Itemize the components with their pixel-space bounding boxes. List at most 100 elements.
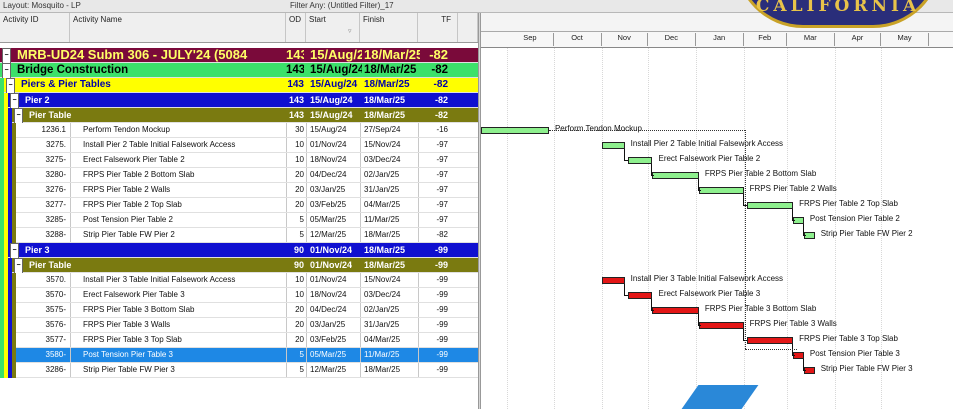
- wbs-band-row[interactable]: − Pier 3 90 01/Nov/24 18/Mar/25 -99: [0, 243, 478, 259]
- cell-finish[interactable]: 02/Jan/25: [361, 168, 420, 182]
- cell-od[interactable]: 5: [286, 348, 304, 362]
- cell-start[interactable]: 18/Nov/24: [307, 288, 362, 302]
- cell-tf[interactable]: -99: [420, 363, 456, 377]
- gantt-bar[interactable]: [601, 277, 625, 284]
- cell-name[interactable]: Bridge Construction: [14, 63, 286, 77]
- cell-id[interactable]: 3276-: [22, 183, 69, 197]
- cell-od[interactable]: 143: [286, 78, 304, 92]
- cell-od[interactable]: 90: [286, 243, 304, 257]
- cell-name[interactable]: Strip Pier Table FW Pier 3: [71, 363, 286, 377]
- cell-od[interactable]: 143: [286, 48, 304, 62]
- activity-row[interactable]: 3580- Post Tension Pier Table 3 5 05/Mar/25…: [0, 348, 478, 363]
- cell-name[interactable]: FRPS Pier Table 3 Walls: [71, 318, 286, 332]
- cell-finish[interactable]: 03/Dec/24: [361, 153, 420, 167]
- cell-tf[interactable]: -97: [420, 213, 456, 227]
- collapse-toggle-icon[interactable]: −: [6, 78, 15, 94]
- wbs-band-row[interactable]: − Bridge Construction 143 15/Aug/24 18/Mar/2…: [0, 63, 478, 79]
- cell-start[interactable]: 15/Aug/24: [307, 48, 362, 62]
- gantt-bar[interactable]: [698, 187, 744, 194]
- col-header-extra[interactable]: [458, 13, 478, 42]
- cell-start[interactable]: 01/Nov/24: [307, 243, 362, 257]
- cell-id[interactable]: 3275.: [22, 138, 69, 152]
- cell-start[interactable]: 12/Mar/25: [307, 228, 362, 242]
- cell-name[interactable]: Pier 3: [22, 243, 286, 257]
- cell-name[interactable]: Pier Table: [26, 258, 286, 272]
- cell-tf[interactable]: -97: [420, 168, 456, 182]
- cell-start[interactable]: 18/Nov/24: [307, 153, 362, 167]
- cell-od[interactable]: 10: [286, 273, 304, 287]
- cell-finish[interactable]: 31/Jan/25: [361, 183, 420, 197]
- cell-start[interactable]: 03/Jan/25: [307, 318, 362, 332]
- cell-tf[interactable]: -82: [420, 48, 456, 62]
- cell-start[interactable]: 05/Mar/25: [307, 213, 362, 227]
- cell-tf[interactable]: -99: [420, 318, 456, 332]
- cell-start[interactable]: 05/Mar/25: [307, 348, 362, 362]
- wbs-band-row[interactable]: − Pier Table 90 01/Nov/24 18/Mar/25 -99: [0, 258, 478, 274]
- cell-start[interactable]: 15/Aug/24: [307, 108, 362, 122]
- cell-finish[interactable]: 04/Mar/25: [361, 198, 420, 212]
- collapse-toggle-icon[interactable]: −: [14, 258, 23, 274]
- cell-finish[interactable]: 11/Mar/25: [361, 348, 420, 362]
- filter-funnel-icon[interactable]: ▿: [348, 27, 352, 35]
- cell-finish[interactable]: 18/Mar/25: [361, 108, 420, 122]
- cell-start[interactable]: 03/Feb/25: [307, 333, 362, 347]
- cell-tf[interactable]: -82: [420, 228, 456, 242]
- cell-tf[interactable]: -82: [420, 78, 456, 92]
- cell-od[interactable]: 10: [286, 138, 304, 152]
- cell-finish[interactable]: 31/Jan/25: [361, 318, 420, 332]
- cell-tf[interactable]: -99: [420, 273, 456, 287]
- cell-name[interactable]: Pier Table: [26, 108, 286, 122]
- cell-id[interactable]: 1236.1: [22, 123, 69, 137]
- gantt-bar[interactable]: [627, 292, 653, 299]
- cell-start[interactable]: 01/Nov/24: [307, 138, 362, 152]
- cell-tf[interactable]: -97: [420, 183, 456, 197]
- gantt-bar[interactable]: [652, 307, 699, 314]
- activity-row[interactable]: 3570. Install Pier 3 Table Initial Falsew…: [0, 273, 478, 288]
- gantt-bar[interactable]: [698, 322, 744, 329]
- cell-tf[interactable]: -97: [420, 198, 456, 212]
- collapse-toggle-icon[interactable]: −: [14, 108, 23, 124]
- cell-tf[interactable]: -82: [420, 108, 456, 122]
- gantt-bar[interactable]: [746, 337, 794, 344]
- gantt-bar[interactable]: [601, 142, 625, 149]
- cell-od[interactable]: 143: [286, 93, 304, 107]
- cell-id[interactable]: 3570-: [22, 288, 69, 302]
- cell-start[interactable]: 12/Mar/25: [307, 363, 362, 377]
- collapse-toggle-icon[interactable]: −: [10, 243, 19, 259]
- cell-finish[interactable]: 18/Mar/25: [361, 243, 420, 257]
- cell-name[interactable]: Post Tension Pier Table 3: [71, 348, 286, 362]
- activity-row[interactable]: 3575- FRPS Pier Table 3 Bottom Slab 20 04/D…: [0, 303, 478, 318]
- gantt-bar[interactable]: [627, 157, 653, 164]
- cell-name[interactable]: MRB-UD24 Subm 306 - JULY'24 (5084: [14, 48, 286, 62]
- activity-row[interactable]: 1236.1 Perform Tendon Mockup 30 15/Aug/24 27…: [0, 123, 478, 138]
- cell-name[interactable]: FRPS Pier Table 3 Bottom Slab: [71, 303, 286, 317]
- cell-name[interactable]: FRPS Pier Table 2 Top Slab: [71, 198, 286, 212]
- cell-id[interactable]: 3577-: [22, 333, 69, 347]
- cell-id[interactable]: 3275-: [22, 153, 69, 167]
- cell-start[interactable]: 15/Aug/24: [307, 93, 362, 107]
- cell-od[interactable]: 30: [286, 123, 304, 137]
- cell-id[interactable]: 3286-: [22, 363, 69, 377]
- cell-name[interactable]: Perform Tendon Mockup: [71, 123, 286, 137]
- cell-finish[interactable]: 18/Mar/25: [361, 93, 420, 107]
- cell-finish[interactable]: 15/Nov/24: [361, 273, 420, 287]
- cell-name[interactable]: FRPS Pier Table 2 Bottom Slab: [71, 168, 286, 182]
- cell-name[interactable]: Piers & Pier Tables: [18, 78, 286, 92]
- cell-od[interactable]: 20: [286, 318, 304, 332]
- cell-tf[interactable]: -99: [420, 333, 456, 347]
- cell-id[interactable]: 3570.: [22, 273, 69, 287]
- cell-tf[interactable]: -82: [420, 63, 456, 77]
- cell-finish[interactable]: 18/Mar/25: [361, 363, 420, 377]
- activity-row[interactable]: 3277- FRPS Pier Table 2 Top Slab 20 03/Feb/…: [0, 198, 478, 213]
- cell-id[interactable]: 3277-: [22, 198, 69, 212]
- cell-od[interactable]: 143: [286, 63, 304, 77]
- cell-tf[interactable]: -97: [420, 138, 456, 152]
- cell-od[interactable]: 5: [286, 228, 304, 242]
- cell-name[interactable]: Install Pier 2 Table Initial Falsework A…: [71, 138, 286, 152]
- cell-name[interactable]: Strip Pier Table FW Pier 2: [71, 228, 286, 242]
- cell-finish[interactable]: 11/Mar/25: [361, 213, 420, 227]
- cell-start[interactable]: 15/Aug/24: [307, 123, 362, 137]
- cell-finish[interactable]: 15/Nov/24: [361, 138, 420, 152]
- cell-od[interactable]: 5: [286, 363, 304, 377]
- col-header-tf[interactable]: TF: [418, 13, 458, 42]
